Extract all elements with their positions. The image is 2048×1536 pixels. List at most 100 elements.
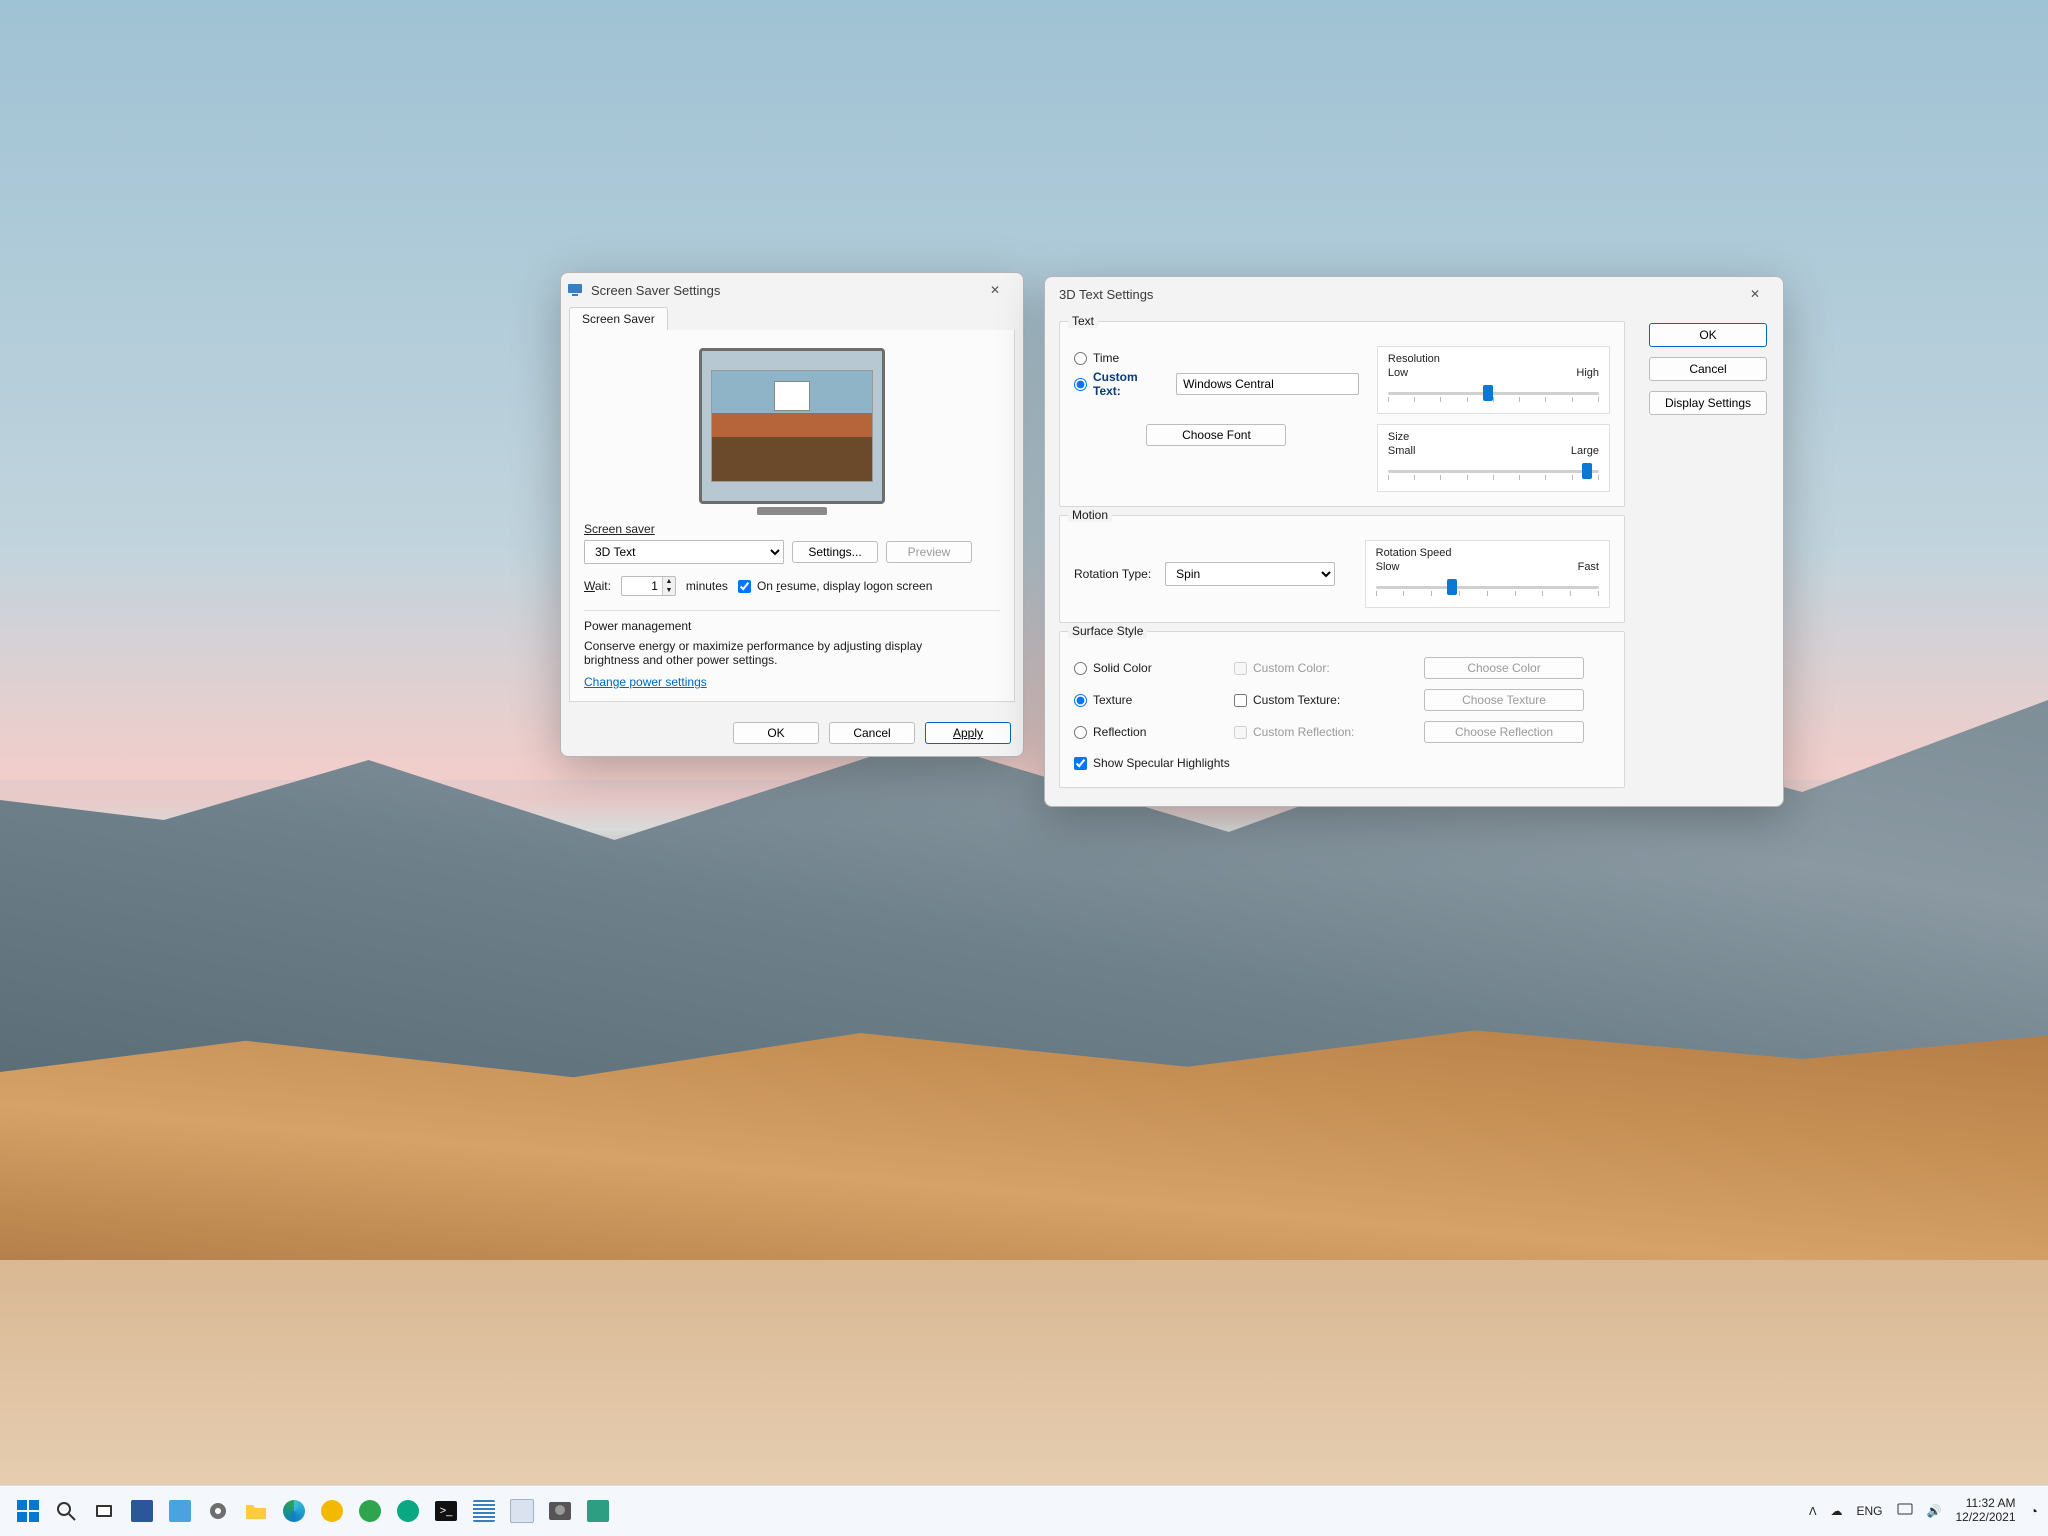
screen-saver-row: 3D Text Settings... Preview: [584, 540, 1000, 564]
window-title: 3D Text Settings: [1051, 287, 1733, 302]
change-power-settings-link[interactable]: Change power settings: [584, 675, 707, 689]
size-thumb[interactable]: [1582, 463, 1592, 479]
app-icon: [131, 1500, 153, 1522]
taskbar-settings[interactable]: [202, 1495, 234, 1527]
preview-button[interactable]: Preview: [886, 541, 972, 563]
custom-color-checkbox: Custom Color:: [1234, 661, 1424, 675]
on-resume-checkbox[interactable]: On resume, display logon screen: [738, 579, 932, 593]
custom-text-radio[interactable]: Custom Text:: [1074, 370, 1359, 398]
resolution-slider[interactable]: [1388, 385, 1599, 403]
taskbar-app-1[interactable]: [126, 1495, 158, 1527]
3d-text-settings-window: 3D Text Settings ✕ OK Cancel Display Set…: [1044, 276, 1784, 807]
wait-spinner[interactable]: ▲▼: [621, 576, 676, 596]
taskbar[interactable]: >_ ᐱ ☁ ENG 🔊 11:32 AM 12/22/2021 ◔: [0, 1485, 2048, 1536]
taskbar-app-9[interactable]: [582, 1495, 614, 1527]
taskbar-app-6[interactable]: [468, 1495, 500, 1527]
app-icon: [473, 1500, 495, 1522]
wait-spin-buttons[interactable]: ▲▼: [662, 577, 675, 595]
app-icon: [359, 1500, 381, 1522]
app-icon: [321, 1500, 343, 1522]
desktop: Screen Saver Settings ✕ Screen Saver Scr…: [0, 0, 2048, 1536]
close-icon: ✕: [1750, 287, 1760, 301]
size-slider[interactable]: [1388, 463, 1599, 481]
screen-saver-select[interactable]: 3D Text: [584, 540, 784, 564]
on-resume-input[interactable]: [738, 580, 751, 593]
rotation-speed-label: Rotation Speed: [1376, 547, 1599, 559]
taskbar-app-8[interactable]: [544, 1495, 576, 1527]
app-icon: [587, 1500, 609, 1522]
tray-onedrive-icon[interactable]: ☁: [1831, 1504, 1843, 1518]
rotation-type-label: Rotation Type:: [1074, 567, 1151, 581]
start-button[interactable]: [12, 1495, 44, 1527]
rotation-type-select[interactable]: Spin: [1165, 562, 1335, 586]
surface-style-group: Surface Style Solid Color Custom Color: …: [1059, 631, 1625, 788]
dialog-button-row: OK Cancel Apply: [561, 710, 1023, 756]
custom-texture-checkbox[interactable]: Custom Texture:: [1234, 693, 1424, 707]
ok-button[interactable]: OK: [733, 722, 819, 744]
text-group: Text Time Custom Text: Choos: [1059, 321, 1625, 507]
ok-button[interactable]: OK: [1649, 323, 1767, 347]
preview-monitor: [699, 348, 885, 504]
size-slider-box: Size SmallLarge: [1377, 424, 1610, 492]
close-button[interactable]: ✕: [973, 275, 1017, 305]
window-title: Screen Saver Settings: [591, 283, 973, 298]
tray-network-icon[interactable]: [1897, 1503, 1913, 1520]
taskbar-app-5[interactable]: [392, 1495, 424, 1527]
taskbar-app-4[interactable]: [354, 1495, 386, 1527]
time-radio[interactable]: Time: [1074, 351, 1359, 365]
screensaver-settings-button[interactable]: Settings...: [792, 541, 878, 563]
display-icon: [567, 282, 583, 298]
wait-input[interactable]: [622, 577, 662, 595]
screen-saver-settings-window: Screen Saver Settings ✕ Screen Saver Scr…: [560, 272, 1024, 757]
reflection-radio[interactable]: Reflection: [1074, 725, 1234, 739]
edge-icon: [283, 1500, 305, 1522]
tray-language[interactable]: ENG: [1857, 1504, 1883, 1518]
taskbar-app-3[interactable]: [316, 1495, 348, 1527]
choose-texture-button: Choose Texture: [1424, 689, 1584, 711]
close-button[interactable]: ✕: [1733, 279, 1777, 309]
solid-color-radio[interactable]: Solid Color: [1074, 661, 1234, 675]
gear-icon: [207, 1500, 229, 1522]
taskbar-app-7[interactable]: [506, 1495, 538, 1527]
right-button-column: OK Cancel Display Settings: [1649, 323, 1767, 415]
tray-date: 12/22/2021: [1955, 1511, 2015, 1525]
tray-volume-icon[interactable]: 🔊: [1927, 1504, 1942, 1518]
tray-clock[interactable]: 11:32 AM 12/22/2021: [1955, 1497, 2015, 1525]
custom-text-input[interactable]: [1176, 373, 1359, 395]
specular-checkbox[interactable]: Show Specular Highlights: [1074, 756, 1230, 770]
taskbar-app-2[interactable]: [164, 1495, 196, 1527]
tray-chevron[interactable]: ᐱ: [1809, 1505, 1817, 1518]
resolution-thumb[interactable]: [1483, 385, 1493, 401]
time-label: Time: [1093, 351, 1119, 365]
taskbar-explorer[interactable]: [240, 1495, 272, 1527]
tray-time: 11:32 AM: [1955, 1497, 2015, 1511]
choose-color-button: Choose Color: [1424, 657, 1584, 679]
divider: [584, 610, 1000, 611]
tray-notifications-icon[interactable]: ◔: [2030, 1503, 2038, 1519]
rotation-speed-thumb[interactable]: [1447, 579, 1457, 595]
titlebar[interactable]: 3D Text Settings ✕: [1045, 277, 1783, 311]
cancel-button[interactable]: Cancel: [1649, 357, 1767, 381]
titlebar[interactable]: Screen Saver Settings ✕: [561, 273, 1023, 307]
wait-row: Wait: ▲▼ minutes On resume, display logo…: [584, 576, 1000, 596]
choose-font-button[interactable]: Choose Font: [1146, 424, 1286, 446]
app-icon: [510, 1499, 534, 1523]
folder-icon: [245, 1502, 267, 1520]
taskbar-pinned: >_: [12, 1495, 614, 1527]
taskbar-terminal[interactable]: >_: [430, 1495, 462, 1527]
apply-button[interactable]: Apply: [925, 722, 1011, 744]
size-label: Size: [1388, 431, 1599, 443]
taskview-icon: [94, 1501, 114, 1521]
surface-style-label: Surface Style: [1068, 624, 1147, 638]
task-view-button[interactable]: [88, 1495, 120, 1527]
tab-screen-saver[interactable]: Screen Saver: [569, 307, 668, 330]
texture-radio[interactable]: Texture: [1074, 693, 1234, 707]
search-button[interactable]: [50, 1495, 82, 1527]
rotation-speed-slider[interactable]: [1376, 579, 1599, 597]
taskbar-edge[interactable]: [278, 1495, 310, 1527]
preview-image: [711, 370, 873, 482]
app-icon: [169, 1500, 191, 1522]
display-settings-button[interactable]: Display Settings: [1649, 391, 1767, 415]
cancel-button[interactable]: Cancel: [829, 722, 915, 744]
search-icon: [56, 1501, 76, 1521]
